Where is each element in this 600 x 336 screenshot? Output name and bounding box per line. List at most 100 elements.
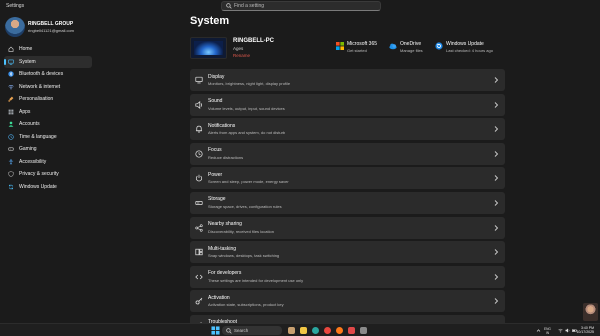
chevron-right-icon bbox=[494, 273, 499, 280]
settings-card-power[interactable]: Power Screen and sleep, power mode, energ… bbox=[190, 167, 505, 190]
avatar bbox=[5, 17, 25, 37]
settings-card-for-developers[interactable]: For developers These settings are intende… bbox=[190, 265, 505, 288]
device-name: RINGBELL-PC bbox=[233, 38, 274, 44]
card-title: Activation bbox=[208, 294, 230, 301]
chrome-icon[interactable] bbox=[324, 327, 331, 334]
sidebar-item-label: Personalisation bbox=[19, 96, 54, 103]
card-subtitle: Monitors, brightness, night light, displ… bbox=[208, 81, 291, 86]
monitor-icon bbox=[8, 59, 14, 65]
settings-card-multi-tasking[interactable]: Multi-tasking Snap windows, desktops, tas… bbox=[190, 241, 505, 264]
volume-icon[interactable] bbox=[565, 328, 570, 333]
search-box[interactable] bbox=[221, 1, 381, 11]
tray-language-region: IN bbox=[546, 331, 550, 335]
edge-icon[interactable] bbox=[312, 327, 319, 334]
settings-card-display[interactable]: Display Monitors, brightness, night light… bbox=[190, 69, 505, 91]
sidebar-item-system[interactable]: System bbox=[4, 55, 92, 68]
settings-card-list: Display Monitors, brightness, night light… bbox=[190, 69, 505, 336]
key-icon bbox=[195, 298, 203, 305]
bluetooth-icon bbox=[8, 71, 14, 77]
sidebar-item-privacy-security[interactable]: Privacy & security bbox=[4, 168, 92, 181]
sidebar-item-label: Home bbox=[19, 46, 33, 53]
tray-language[interactable]: ENG bbox=[544, 327, 551, 331]
windows-start-icon[interactable] bbox=[211, 326, 220, 335]
microsoft-365-icon bbox=[336, 42, 344, 50]
device-model: Ages bbox=[233, 46, 244, 51]
chevron-right-icon bbox=[494, 200, 499, 206]
sidebar-item-home[interactable]: Home bbox=[4, 43, 92, 56]
chevron-right-icon bbox=[494, 126, 499, 133]
settings-card-activation[interactable]: Activation Activation state, subscription… bbox=[190, 290, 505, 313]
sidebar-nav: Home System Bluetooth & devices Network & i… bbox=[4, 43, 92, 193]
search-icon bbox=[226, 327, 232, 334]
card-title: Notifications bbox=[208, 122, 236, 129]
chevron-right-icon bbox=[494, 150, 499, 157]
sidebar-item-windows-update[interactable]: Windows Update bbox=[4, 181, 92, 194]
card-title: Storage bbox=[208, 196, 226, 203]
wifi-icon[interactable] bbox=[558, 328, 563, 333]
sidebar-item-time-language[interactable]: Time & language bbox=[4, 131, 92, 144]
sync-icon bbox=[8, 184, 14, 190]
settings-card-sound[interactable]: Sound Volume levels, output, input, sound… bbox=[190, 93, 505, 116]
sidebar-item-label: Time & language bbox=[19, 133, 57, 140]
settings-card-focus[interactable]: Focus Reduce distractions bbox=[190, 142, 505, 165]
firefox-icon[interactable] bbox=[336, 327, 343, 334]
settings-gear-icon[interactable] bbox=[360, 327, 367, 334]
search-input[interactable] bbox=[234, 2, 374, 10]
sidebar-item-personalisation[interactable]: Personalisation bbox=[4, 93, 92, 106]
settings-card-notifications[interactable]: Notifications Alerts from apps and system… bbox=[190, 118, 505, 141]
app-title: Settings bbox=[6, 3, 25, 9]
chevron-right-icon bbox=[494, 77, 499, 83]
card-title: For developers bbox=[208, 270, 242, 277]
taskbar-search[interactable]: Search bbox=[222, 326, 282, 335]
globe-clock-icon bbox=[8, 134, 14, 140]
app-icon[interactable] bbox=[348, 327, 355, 334]
sidebar-item-bluetooth-devices[interactable]: Bluetooth & devices bbox=[4, 68, 92, 81]
sidebar-item-network-internet[interactable]: Network & internet bbox=[4, 81, 92, 94]
card-title: Focus bbox=[208, 147, 222, 154]
title-bar: Settings bbox=[0, 0, 600, 12]
card-subtitle: Activation state, subscriptions, product… bbox=[208, 302, 284, 308]
settings-card-storage[interactable]: Storage Storage space, drives, configurat… bbox=[190, 191, 505, 214]
profile[interactable]: RINGBELL GROUP ringbell41121@gmail.com bbox=[4, 16, 94, 38]
onedrive-subtitle: Manage files bbox=[400, 48, 423, 53]
sidebar-item-accounts[interactable]: Accounts bbox=[4, 118, 92, 131]
microsoft-365-subtitle: Get started bbox=[347, 48, 367, 53]
sidebar-item-label: Accounts bbox=[19, 121, 40, 128]
clock[interactable]: 3:40 PM 10/17/2025 bbox=[576, 326, 594, 335]
person-icon bbox=[8, 121, 14, 127]
file-explorer-icon[interactable] bbox=[300, 327, 307, 334]
sidebar-item-apps[interactable]: Apps bbox=[4, 106, 92, 119]
sidebar-item-gaming[interactable]: Gaming bbox=[4, 143, 92, 156]
gamepad-icon bbox=[8, 147, 14, 151]
profile-name: RINGBELL GROUP bbox=[28, 21, 74, 27]
storage-icon bbox=[195, 201, 203, 205]
card-title: Nearby sharing bbox=[208, 221, 242, 228]
onedrive-icon bbox=[389, 43, 397, 50]
apps-icon bbox=[8, 109, 14, 115]
card-title: Multi-tasking bbox=[208, 245, 237, 252]
taskbar-search-label: Search bbox=[234, 328, 249, 333]
clock-date: 10/17/2025 bbox=[576, 330, 594, 334]
sidebar-item-accessibility[interactable]: Accessibility bbox=[4, 156, 92, 169]
sidebar-item-label: Windows Update bbox=[19, 183, 57, 190]
card-subtitle: Storage space, drives, configuration rul… bbox=[208, 203, 282, 209]
webcam-overlay bbox=[583, 303, 598, 321]
settings-card-nearby-sharing[interactable]: Nearby sharing Discoverability, received … bbox=[190, 216, 505, 239]
card-subtitle: Screen and sleep, power mode, energy sav… bbox=[208, 179, 289, 185]
multitask-icon bbox=[195, 248, 203, 256]
windows-update-subtitle: Last checked: 4 hours ago bbox=[446, 48, 493, 53]
rename-link[interactable]: Rename bbox=[233, 53, 250, 58]
speaker-icon bbox=[195, 100, 202, 109]
chevron-up-icon[interactable] bbox=[536, 328, 541, 333]
taskbar: Search ENG IN 3:40 PM 10/17/2025 bbox=[0, 323, 600, 336]
chevron-right-icon bbox=[494, 224, 499, 231]
sidebar-item-label: Network & internet bbox=[19, 83, 61, 90]
cat-app-icon[interactable] bbox=[288, 327, 295, 334]
onedrive-title: OneDrive bbox=[400, 41, 422, 47]
card-title: Display bbox=[208, 73, 225, 80]
chevron-right-icon bbox=[494, 175, 499, 182]
chevron-right-icon bbox=[494, 298, 499, 305]
card-title: Power bbox=[208, 171, 223, 178]
profile-email: ringbell41121@gmail.com bbox=[28, 28, 75, 33]
share-icon bbox=[195, 223, 203, 232]
